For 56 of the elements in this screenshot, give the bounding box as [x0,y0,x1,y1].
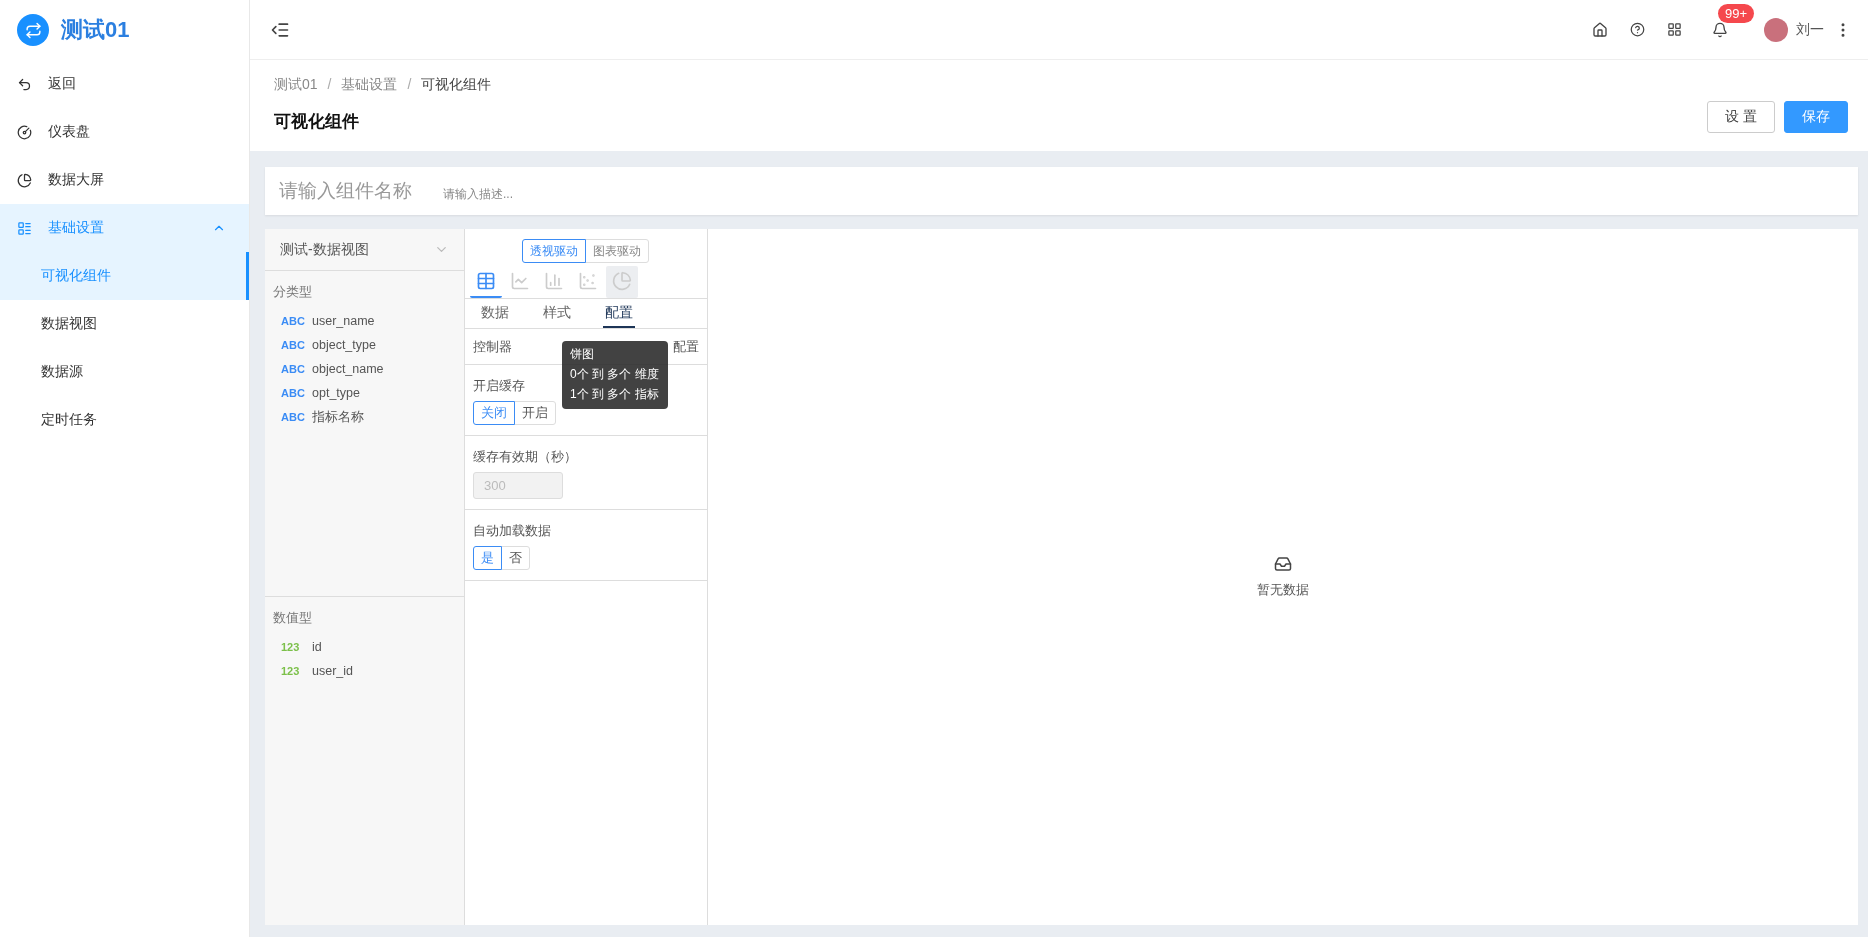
field-name[interactable]: id [312,640,322,654]
avatar[interactable] [1764,17,1788,42]
toggle-option[interactable]: 开启 [514,401,556,425]
list-icon [17,220,32,236]
tab[interactable]: 数据 [479,299,511,328]
field-name[interactable]: 指标名称 [312,408,364,426]
field-type-tag: 123 [281,665,304,677]
toggle-option[interactable]: 否 [501,546,530,570]
user-name[interactable]: 刘一 [1796,20,1824,39]
field-name[interactable]: object_name [312,362,384,376]
field-name[interactable]: opt_type [312,386,360,400]
breadcrumb-separator: / [407,76,412,94]
view-select[interactable]: 测试-数据视图 [265,229,464,271]
group-title: 分类型 [272,283,313,301]
breadcrumb-item: 可视化组件 [421,76,492,94]
setting-label: 开启缓存 [473,377,525,395]
config-link[interactable]: 配置 [673,337,699,356]
notification-badge: 99+ [1718,3,1755,23]
empty-text: 暂无数据 [1257,581,1309,599]
field-name[interactable]: user_id [312,664,353,678]
bell-icon[interactable] [1712,21,1728,38]
setting-label: 缓存有效期（秒） [473,448,577,466]
pie-chart-icon [17,172,32,188]
page-title: 可视化组件 [274,111,360,133]
apps-grid-icon[interactable] [1667,22,1682,37]
field-type-tag: 123 [281,641,304,653]
inbox-icon [1274,555,1292,573]
mode-button[interactable]: 图表驱动 [585,239,649,263]
tab[interactable]: 样式 [541,299,573,328]
home-icon[interactable] [1592,21,1608,38]
field-type-tag: ABC [281,363,304,375]
controller-label: 控制器 [473,337,512,356]
help-icon[interactable] [1630,22,1645,37]
return-icon [17,76,32,92]
field-type-tag: ABC [281,315,304,327]
breadcrumb-item[interactable]: 基础设置 [341,76,398,94]
breadcrumb-item[interactable]: 测试01 [274,76,318,94]
field-type-tag: ABC [281,387,304,399]
field-name[interactable]: object_type [312,338,376,352]
toggle-option[interactable]: 关闭 [473,401,515,425]
field-type-tag: ABC [281,411,304,423]
tab[interactable]: 配置 [603,299,635,328]
field-name[interactable]: user_name [312,314,375,328]
toggle-option[interactable]: 是 [473,546,502,570]
breadcrumb-separator: / [327,76,332,94]
gauge-icon [17,124,32,140]
field-type-tag: ABC [281,339,304,351]
settings-button[interactable]: 设 置 [1707,101,1775,133]
brand-title: 测试01 [61,16,130,44]
mode-button[interactable]: 透视驱动 [522,239,586,263]
group-title: 数值型 [272,609,313,627]
tooltip-text: 0个 到 多个 维度 [570,366,660,383]
tooltip-text: 1个 到 多个 指标 [570,386,660,403]
tooltip-title: 饼图 [570,346,595,363]
logo-icon [17,14,49,46]
setting-label: 自动加载数据 [473,522,551,540]
